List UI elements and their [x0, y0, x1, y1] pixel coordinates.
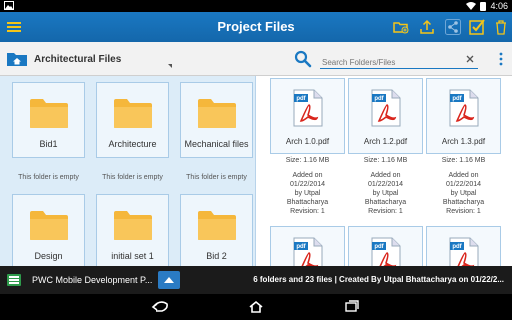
added-label: Added on [370, 172, 401, 179]
file-date: 01/22/2014 [367, 181, 404, 188]
file-tile[interactable]: pdf [270, 226, 345, 266]
project-name[interactable]: PWC Mobile Development P... [32, 266, 152, 294]
file-name: Arch 1.0.pdf [285, 137, 330, 146]
folder-tile[interactable]: Architecture [96, 82, 169, 158]
file-author-last: Bhattacharya [442, 199, 485, 206]
file-revision: Revision: 1 [368, 208, 403, 215]
file-author: by Utpal [294, 190, 321, 197]
folder-icon [113, 99, 152, 128]
added-label: Added on [448, 172, 479, 179]
folder-dropdown[interactable]: Architectural Files [6, 48, 176, 70]
pdf-file-icon: pdf [293, 89, 322, 127]
folder-icon [197, 99, 236, 128]
search-icon[interactable] [294, 50, 312, 68]
file-meta: Size: 1.16 MB Added on 01/22/2014 by Utp… [348, 156, 423, 216]
file-meta: Size: 1.16 MB Added on 01/22/2014 by Utp… [426, 156, 501, 216]
pdf-file-icon: pdf [371, 237, 400, 266]
select-icon[interactable] [468, 18, 486, 36]
svg-text:pdf: pdf [452, 244, 462, 250]
project-icon[interactable] [6, 272, 22, 288]
folder-tile[interactable]: initial set 1 [96, 194, 169, 266]
chevron-down-icon [168, 64, 172, 68]
back-icon[interactable] [150, 299, 170, 315]
clock: 4:06 [490, 1, 508, 11]
file-name: Arch 1.3.pdf [441, 137, 486, 146]
recent-apps-icon[interactable] [342, 299, 362, 315]
status-bar: 4:06 [0, 0, 512, 12]
pdf-file-icon: pdf [449, 237, 478, 266]
home-folder-icon [7, 53, 27, 66]
current-folder-label: Architectural Files [34, 53, 122, 65]
file-tile[interactable]: pdf Arch 1.2.pdf [348, 78, 423, 154]
added-label: Added on [292, 172, 323, 179]
file-author-last: Bhattacharya [364, 199, 407, 206]
file-revision: Revision: 1 [446, 208, 481, 215]
file-date: 01/22/2014 [445, 181, 482, 188]
folder-icon [113, 211, 152, 240]
svg-text:pdf: pdf [452, 96, 462, 102]
wifi-icon [466, 2, 477, 10]
folder-icon [197, 211, 236, 240]
folder-name: Design [34, 251, 63, 261]
summary-text: 6 folders and 23 files | Created By Utpa… [253, 275, 504, 284]
upload-icon[interactable] [418, 18, 436, 36]
system-nav-bar [0, 294, 512, 320]
overflow-menu-icon[interactable] [498, 51, 504, 67]
folder-icon [29, 211, 68, 240]
pdf-file-icon: pdf [371, 89, 400, 127]
file-tile[interactable]: pdf [348, 226, 423, 266]
svg-text:pdf: pdf [374, 96, 384, 102]
pdf-file-icon: pdf [449, 89, 478, 127]
content-area: Bid1 Architecture Mechanical files This … [0, 76, 512, 266]
battery-icon [480, 1, 487, 11]
folder-name: Architecture [108, 139, 157, 149]
file-name: Arch 1.2.pdf [363, 137, 408, 146]
folder-status: This folder is empty [18, 174, 79, 181]
folder-name: Bid1 [39, 139, 58, 149]
folder-status: This folder is empty [102, 174, 163, 181]
files-panel: pdf Arch 1.0.pdf pdf Arch 1.2.pdf pdf Ar… [256, 76, 512, 266]
close-icon[interactable] [464, 53, 476, 65]
toolbar: Architectural Files [0, 42, 512, 76]
delete-icon[interactable] [492, 18, 510, 36]
footer-bar: PWC Mobile Development P... 6 folders an… [0, 266, 512, 294]
folders-panel: Bid1 Architecture Mechanical files This … [0, 76, 256, 266]
folder-tile[interactable]: Design [12, 194, 85, 266]
menu-icon[interactable] [6, 19, 22, 35]
file-author: by Utpal [450, 190, 477, 197]
folder-name: initial set 1 [111, 251, 154, 261]
file-size: Size: 1.16 MB [441, 157, 486, 164]
file-author: by Utpal [372, 190, 399, 197]
search-field [320, 52, 478, 70]
folder-name: Bid 2 [206, 251, 227, 261]
file-revision: Revision: 1 [290, 208, 325, 215]
file-tile[interactable]: pdf Arch 1.0.pdf [270, 78, 345, 154]
expand-button[interactable] [158, 271, 180, 289]
folder-status: This folder is empty [186, 174, 247, 181]
folder-icon [29, 99, 68, 128]
svg-text:pdf: pdf [374, 244, 384, 250]
folder-name: Mechanical files [184, 139, 249, 149]
title-bar: Project Files [0, 12, 512, 42]
svg-text:pdf: pdf [296, 96, 306, 102]
file-author-last: Bhattacharya [286, 199, 329, 206]
pdf-file-icon: pdf [293, 237, 322, 266]
file-tile[interactable]: pdf Arch 1.3.pdf [426, 78, 501, 154]
new-folder-icon[interactable] [392, 18, 410, 36]
svg-text:pdf: pdf [296, 244, 306, 250]
file-size: Size: 1.16 MB [285, 157, 330, 164]
folder-tile[interactable]: Bid1 [12, 82, 85, 158]
share-icon[interactable] [444, 18, 462, 36]
folder-tile[interactable]: Mechanical files [180, 82, 253, 158]
file-date: 01/22/2014 [289, 181, 326, 188]
search-input[interactable] [320, 55, 460, 70]
file-tile[interactable]: pdf [426, 226, 501, 266]
folder-tile[interactable]: Bid 2 [180, 194, 253, 266]
file-size: Size: 1.16 MB [363, 157, 408, 164]
home-icon[interactable] [246, 299, 266, 315]
gallery-icon [4, 1, 14, 10]
file-meta: Size: 1.16 MB Added on 01/22/2014 by Utp… [270, 156, 345, 216]
